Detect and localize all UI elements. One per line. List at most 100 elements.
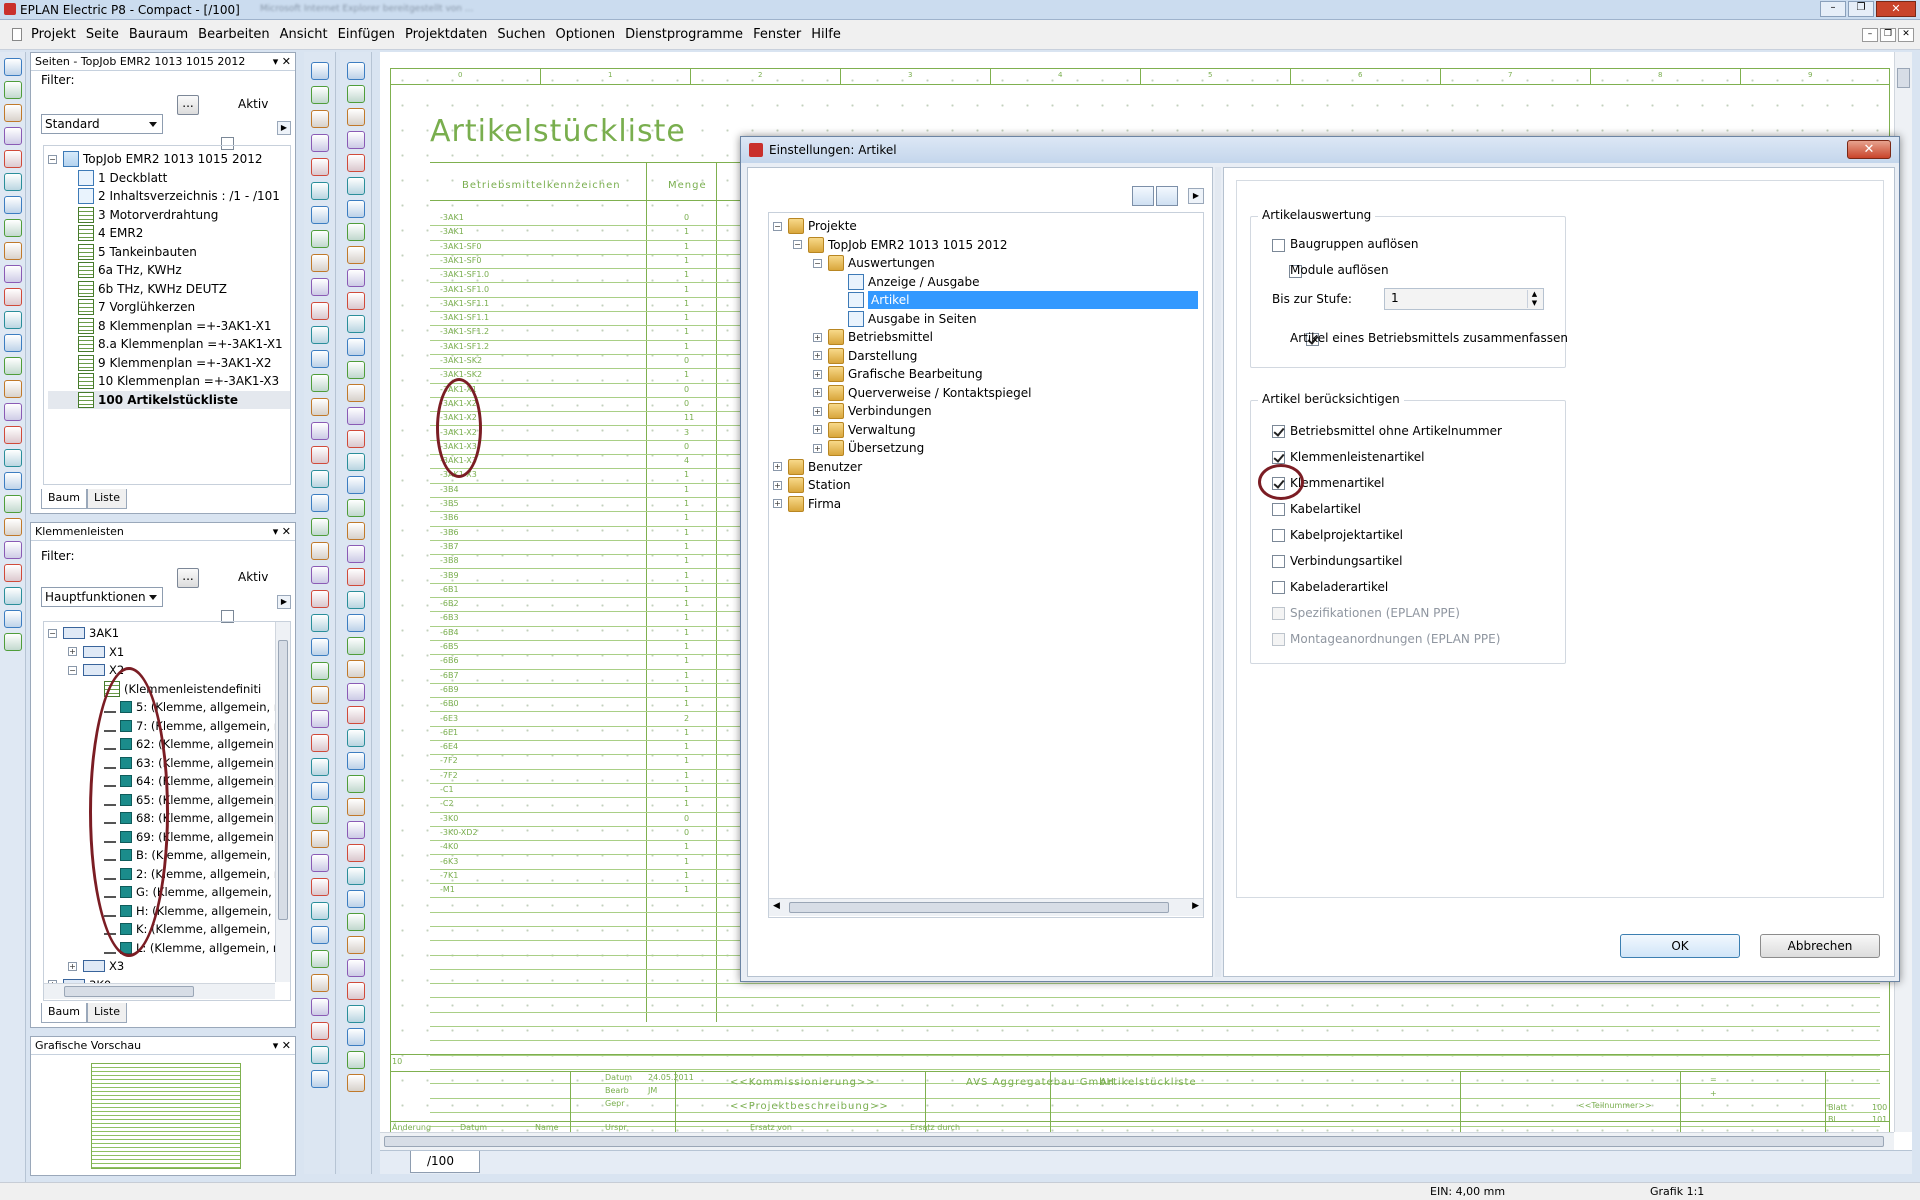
toolbar-tool-icon[interactable]	[310, 230, 329, 248]
toolbar-tool-icon[interactable]	[310, 374, 329, 392]
tree-ausgabe[interactable]: Ausgabe in Seiten	[773, 310, 1203, 329]
toolbar-tool-icon[interactable]	[3, 403, 22, 421]
expand-icon[interactable]: +	[813, 388, 822, 398]
page-item[interactable]: 3 Motorverdrahtung	[48, 206, 290, 225]
toolbar-tool-icon[interactable]	[346, 223, 365, 241]
toolbar-tool-icon[interactable]	[346, 430, 365, 448]
toolbar-tool-icon[interactable]	[310, 134, 329, 152]
toolbar-tool-icon[interactable]	[310, 662, 329, 680]
toolbar-tool-icon[interactable]	[346, 269, 365, 287]
terminal-item[interactable]: 64: (Klemme, allgemein,	[48, 772, 290, 791]
toolbar-tool-icon[interactable]	[310, 206, 329, 224]
toolbar-tool-icon[interactable]	[310, 182, 329, 200]
menu-suchen[interactable]: Suchen	[492, 20, 550, 42]
tree-anzeige[interactable]: Anzeige / Ausgabe	[773, 273, 1203, 292]
artikel-option-checkbox[interactable]	[1272, 528, 1285, 542]
menu-fenster[interactable]: Fenster	[748, 20, 806, 42]
terminal-item[interactable]: 5: (Klemme, allgemein, n	[48, 698, 290, 717]
toolbar-tool-icon[interactable]	[346, 959, 365, 977]
toolbar-tool-icon[interactable]	[346, 246, 365, 264]
terminal-item[interactable]: L: (Klemme, allgemein, n	[48, 939, 290, 958]
expand-icon[interactable]: +	[773, 462, 782, 472]
toolbar-tool-icon[interactable]	[346, 177, 365, 195]
pages-tree-root[interactable]: − TopJob EMR2 1013 1015 2012	[48, 150, 290, 169]
page-item[interactable]: 6a THz, KWHz	[48, 261, 290, 280]
toolbar-tool-icon[interactable]	[346, 1074, 365, 1092]
preview-panel-controls[interactable]: ▾ ✕	[273, 1037, 291, 1055]
tree-top-category[interactable]: + Station	[773, 476, 1203, 495]
terminal-item[interactable]: 63: (Klemme, allgemein,	[48, 754, 290, 773]
expand-icon[interactable]: +	[813, 351, 822, 361]
tree-auswertungen[interactable]: − Auswertungen	[773, 254, 1203, 273]
toolbar-tool-icon[interactable]	[346, 637, 365, 655]
toolbar-tool-icon[interactable]	[346, 476, 365, 494]
terminal-filter-combo[interactable]: Hauptfunktionen	[41, 587, 163, 607]
toolbar-tool-icon[interactable]	[346, 384, 365, 402]
toolbar-tool-icon[interactable]	[310, 1046, 329, 1064]
terminal-item[interactable]: 7: (Klemme, allgemein, n	[48, 717, 290, 736]
toolbar-tool-icon[interactable]	[310, 638, 329, 656]
tree-top-category[interactable]: + Firma	[773, 495, 1203, 514]
page-item[interactable]: 5 Tankeinbauten	[48, 243, 290, 262]
terminal-item[interactable]: 62: (Klemme, allgemein,	[48, 735, 290, 754]
page-tab-100[interactable]: /100	[410, 1151, 480, 1173]
toolbar-tool-icon[interactable]	[310, 902, 329, 920]
canvas-hscrollbar[interactable]	[380, 1132, 1894, 1150]
toolbar-tool-icon[interactable]	[346, 338, 365, 356]
toolbar-tool-icon[interactable]	[3, 495, 22, 513]
toolbar-tool-icon[interactable]	[346, 1005, 365, 1023]
toolbar-tool-icon[interactable]	[310, 278, 329, 296]
terminal-item[interactable]: 2: (Klemme, allgemein, n	[48, 865, 290, 884]
expand-icon[interactable]: +	[773, 499, 782, 509]
tree-artikel[interactable]: Artikel	[773, 291, 1203, 310]
tab-baum[interactable]: Baum	[41, 489, 87, 509]
terminal-item[interactable]: 68: (Klemme, allgemein,	[48, 809, 290, 828]
toolbar-tool-icon[interactable]	[310, 398, 329, 416]
toolbar-tool-icon[interactable]	[3, 311, 22, 329]
page-item[interactable]: 9 Klemmenplan =+-3AK1-X2	[48, 354, 290, 373]
expand-icon[interactable]: +	[773, 480, 782, 490]
tree-forward-icon[interactable]: ▶	[1188, 188, 1204, 204]
toolbar-tool-icon[interactable]	[346, 591, 365, 609]
tree-category[interactable]: + Verwaltung	[773, 421, 1203, 440]
toolbar-tool-icon[interactable]	[346, 936, 365, 954]
tree-category[interactable]: + Betriebsmittel	[773, 328, 1203, 347]
menu-projekt[interactable]: Projekt	[26, 20, 81, 42]
toolbar-tool-icon[interactable]	[346, 982, 365, 1000]
expand-icon[interactable]: +	[813, 443, 822, 453]
toolbar-tool-icon[interactable]	[310, 686, 329, 704]
toolbar-tool-icon[interactable]	[346, 154, 365, 172]
spinner-arrows-icon[interactable]: ▲ ▼	[1527, 290, 1541, 308]
toolbar-tool-icon[interactable]	[310, 926, 329, 944]
toolbar-tool-icon[interactable]	[346, 752, 365, 770]
mdi-close-button[interactable]: ✕	[1898, 28, 1914, 42]
tree-category[interactable]: + Grafische Bearbeitung	[773, 365, 1203, 384]
toolbar-tool-icon[interactable]	[310, 446, 329, 464]
artikel-option-checkbox[interactable]	[1272, 502, 1285, 516]
terminal-item[interactable]: H: (Klemme, allgemein, r	[48, 902, 290, 921]
settings-tree-hscrollbar[interactable]: ◀ ▶	[769, 898, 1203, 916]
toolbar-tool-icon[interactable]	[310, 62, 329, 80]
tree-category[interactable]: + Querverweise / Kontaktspiegel	[773, 384, 1203, 403]
toolbar-tool-icon[interactable]	[310, 494, 329, 512]
menu-dienstprogramme[interactable]: Dienstprogramme	[620, 20, 748, 42]
menu-optionen[interactable]: Optionen	[551, 20, 621, 42]
collapse-icon[interactable]: −	[68, 665, 77, 675]
tree-project[interactable]: − TopJob EMR2 1013 1015 2012	[773, 236, 1203, 255]
toolbar-tool-icon[interactable]	[3, 633, 22, 651]
expand-icon[interactable]: +	[813, 425, 822, 435]
toolbar-tool-icon[interactable]	[310, 542, 329, 560]
toolbar-tool-icon[interactable]	[310, 758, 329, 776]
tree-x2[interactable]: − X2	[48, 661, 290, 680]
toolbar-tool-icon[interactable]	[3, 288, 22, 306]
collapse-icon[interactable]: −	[793, 240, 802, 250]
menu-hilfe[interactable]: Hilfe	[806, 20, 846, 42]
menu-seite[interactable]: Seite	[81, 20, 124, 42]
expand-icon[interactable]: +	[68, 647, 77, 657]
minimize-button[interactable]: –	[1820, 1, 1846, 17]
tree-x3[interactable]: + X3	[48, 957, 290, 976]
baugruppen-checkbox[interactable]	[1272, 239, 1285, 252]
toolbar-tool-icon[interactable]	[310, 302, 329, 320]
page-item[interactable]: 8.a Klemmenplan =+-3AK1-X1	[48, 335, 290, 354]
toolbar-tool-icon[interactable]	[346, 131, 365, 149]
